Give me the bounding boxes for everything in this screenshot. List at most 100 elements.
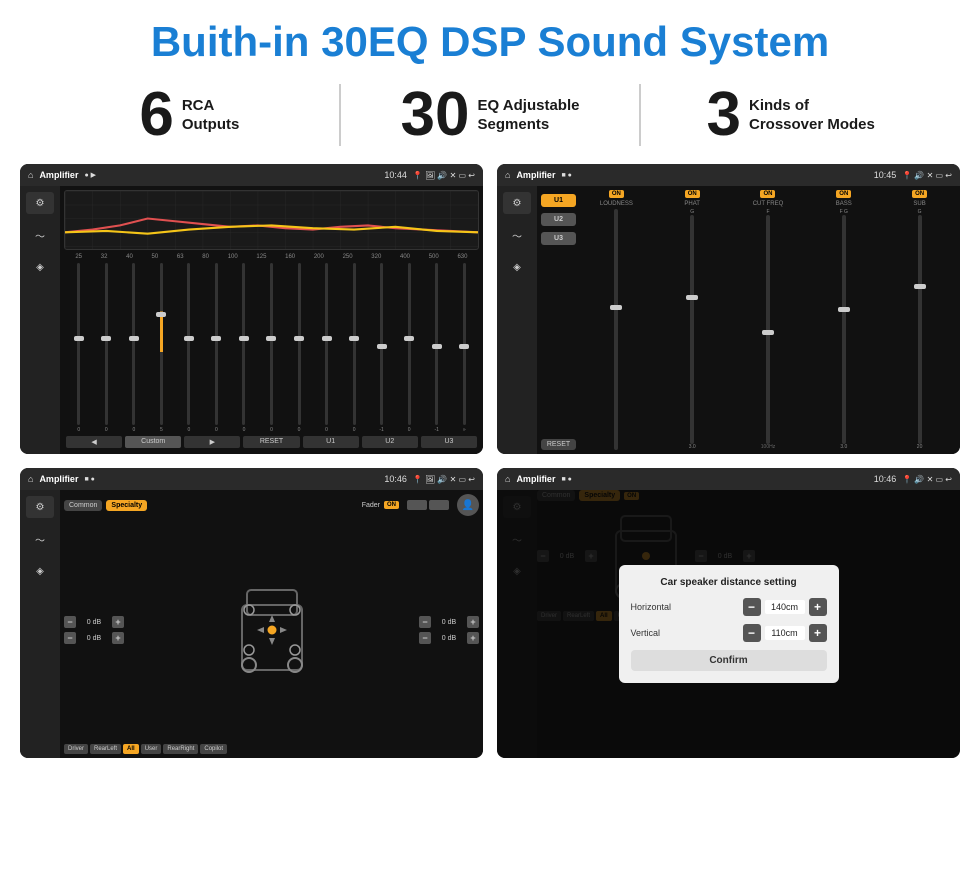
dist-home-icon[interactable]: ⌂ [505, 474, 510, 484]
sp-minus-1[interactable]: − [64, 616, 76, 628]
sp-on-badge: ON [384, 501, 399, 509]
cr-bass-on: ON [836, 190, 851, 198]
eq-icon-2[interactable]: 〜 [26, 224, 54, 246]
dialog-horizontal-plus[interactable]: + [809, 598, 827, 616]
sp-icon-1[interactable]: ⚙ [26, 496, 54, 518]
cr-sub-slider[interactable] [918, 215, 922, 444]
eq-u2-btn[interactable]: U2 [362, 436, 418, 448]
eq-slider-3[interactable]: 0 [121, 263, 147, 433]
sp-icon-3[interactable]: ◈ [26, 560, 54, 582]
cr-content: ⚙ 〜 ◈ U1 U2 U3 RESET ON LOUDNESS [497, 186, 960, 454]
cr-icon-3[interactable]: ◈ [503, 256, 531, 278]
dialog-confirm-button[interactable]: Confirm [631, 650, 827, 671]
sp-icon-2[interactable]: 〜 [26, 528, 54, 550]
dialog-horizontal-label: Horizontal [631, 602, 691, 612]
sp-specialty-tab[interactable]: Specialty [106, 500, 147, 511]
eq-icon-3[interactable]: ◈ [26, 256, 54, 278]
eq-slider-2[interactable]: 0 [94, 263, 120, 433]
cr-presets: U1 U2 U3 RESET [541, 190, 576, 450]
dialog-vertical-plus[interactable]: + [809, 624, 827, 642]
eq-slider-9[interactable]: 0 [286, 263, 312, 433]
eq-custom-btn[interactable]: Custom [125, 436, 181, 448]
cr-cutfreq-slider[interactable] [766, 215, 770, 444]
sp-plus-3[interactable]: + [467, 616, 479, 628]
sp-home-icon[interactable]: ⌂ [28, 474, 33, 484]
cr-cutfreq-label: CUT FREQ [753, 201, 784, 207]
eq-prev-btn[interactable]: ◀ [66, 436, 122, 448]
sp-db-row-2: − 0 dB + [64, 632, 124, 644]
cr-phat-slider[interactable] [690, 215, 694, 444]
dialog-title: Car speaker distance setting [631, 577, 827, 588]
stat-label-crossover: Kinds ofCrossover Modes [749, 96, 875, 135]
eq-play-btn[interactable]: ▶ [184, 436, 240, 448]
sp-copilot-btn[interactable]: Copilot [200, 744, 227, 754]
cr-loudness-slider[interactable] [614, 209, 618, 450]
sp-plus-4[interactable]: + [467, 632, 479, 644]
cr-status-bar: ⌂ Amplifier ■ ● 10:45 📍 🔊 ✕ ▭ ↩ [497, 164, 960, 186]
cr-icon-2[interactable]: 〜 [503, 224, 531, 246]
cr-app-name: Amplifier [516, 170, 555, 180]
cr-status-icons: 📍 🔊 ✕ ▭ ↩ [902, 171, 952, 180]
sp-user-btn[interactable]: User [141, 744, 162, 754]
eq-slider-1[interactable]: 0 [66, 263, 92, 433]
cr-bass-slider[interactable] [842, 215, 846, 444]
sp-plus-2[interactable]: + [112, 632, 124, 644]
screens-grid: ⌂ Amplifier ● ▶ 10:44 📍 🖼 🔊 ✕ ▭ ↩ ⚙ 〜 ◈ [0, 160, 980, 768]
sp-db-val-4: 0 dB [433, 635, 465, 642]
cr-u3-btn[interactable]: U3 [541, 232, 576, 245]
dialog-vertical-minus[interactable]: − [743, 624, 761, 642]
cr-u2-btn[interactable]: U2 [541, 213, 576, 226]
cr-bass-val: 3.0 [840, 444, 847, 450]
eq-slider-13[interactable]: 0 [396, 263, 422, 433]
sp-user-icon[interactable]: 👤 [457, 494, 479, 516]
sp-status-bar: ⌂ Amplifier ■ ● 10:46 📍 🖼 🔊 ✕ ▭ ↩ [20, 468, 483, 490]
distance-dialog: Car speaker distance setting Horizontal … [619, 565, 839, 683]
sp-db-val-3: 0 dB [433, 619, 465, 626]
eq-slider-11[interactable]: 0 [341, 263, 367, 433]
stat-label-rca: RCAOutputs [182, 96, 240, 135]
eq-dots: ● ▶ [84, 171, 96, 179]
cr-dots: ■ ● [561, 172, 571, 179]
sp-app-name: Amplifier [39, 474, 78, 484]
dialog-vertical-value: 110cm [765, 626, 805, 640]
sp-all-btn[interactable]: All [123, 744, 139, 754]
sp-driver-btn[interactable]: Driver [64, 744, 88, 754]
sp-minus-3[interactable]: − [419, 616, 431, 628]
sp-plus-1[interactable]: + [112, 616, 124, 628]
cr-phat-label: PHAT [684, 201, 700, 207]
eq-time: 10:44 [384, 170, 407, 180]
sp-minus-2[interactable]: − [64, 632, 76, 644]
eq-slider-5[interactable]: 0 [176, 263, 202, 433]
eq-slider-8[interactable]: 0 [259, 263, 285, 433]
eq-slider-6[interactable]: 0 [204, 263, 230, 433]
distance-screen: ⌂ Amplifier ■ ● 10:46 📍 🔊 ✕ ▭ ↩ ⚙ 〜 ◈ Co… [497, 468, 960, 758]
speaker-screen: ⌂ Amplifier ■ ● 10:46 📍 🖼 🔊 ✕ ▭ ↩ ⚙ 〜 ◈ … [20, 468, 483, 758]
sp-car-area: − 0 dB + − 0 dB + [64, 519, 479, 741]
sp-rearright-btn[interactable]: RearRight [163, 744, 198, 754]
dialog-horizontal-minus[interactable]: − [743, 598, 761, 616]
main-title: Buith-in 30EQ DSP Sound System [0, 0, 980, 76]
eq-u3-btn[interactable]: U3 [421, 436, 477, 448]
eq-slider-14[interactable]: -1 [424, 263, 450, 433]
eq-graph [64, 190, 479, 250]
eq-slider-10[interactable]: 0 [314, 263, 340, 433]
sp-common-tab[interactable]: Common [64, 500, 102, 511]
cr-reset-btn[interactable]: RESET [541, 439, 576, 450]
sp-rearleft-btn[interactable]: RearLeft [90, 744, 121, 754]
eq-icon-1[interactable]: ⚙ [26, 192, 54, 214]
eq-u1-btn[interactable]: U1 [303, 436, 359, 448]
eq-slider-7[interactable]: 0 [231, 263, 257, 433]
cr-sub: ON SUB G 20 [883, 190, 956, 450]
cr-u1-btn[interactable]: U1 [541, 194, 576, 207]
cr-phat: ON PHAT G 3.0 [656, 190, 729, 450]
cr-home-icon[interactable]: ⌂ [505, 170, 510, 180]
eq-slider-15[interactable]: » [451, 263, 477, 433]
eq-slider-12[interactable]: -1 [369, 263, 395, 433]
eq-freq-labels: 253240506380 100125160200250320400500630 [64, 254, 479, 260]
cr-icon-1[interactable]: ⚙ [503, 192, 531, 214]
eq-slider-4[interactable]: 5 [149, 263, 175, 433]
home-icon[interactable]: ⌂ [28, 170, 33, 180]
stat-label-eq: EQ AdjustableSegments [478, 96, 580, 135]
eq-reset-btn[interactable]: RESET [243, 436, 299, 448]
sp-minus-4[interactable]: − [419, 632, 431, 644]
